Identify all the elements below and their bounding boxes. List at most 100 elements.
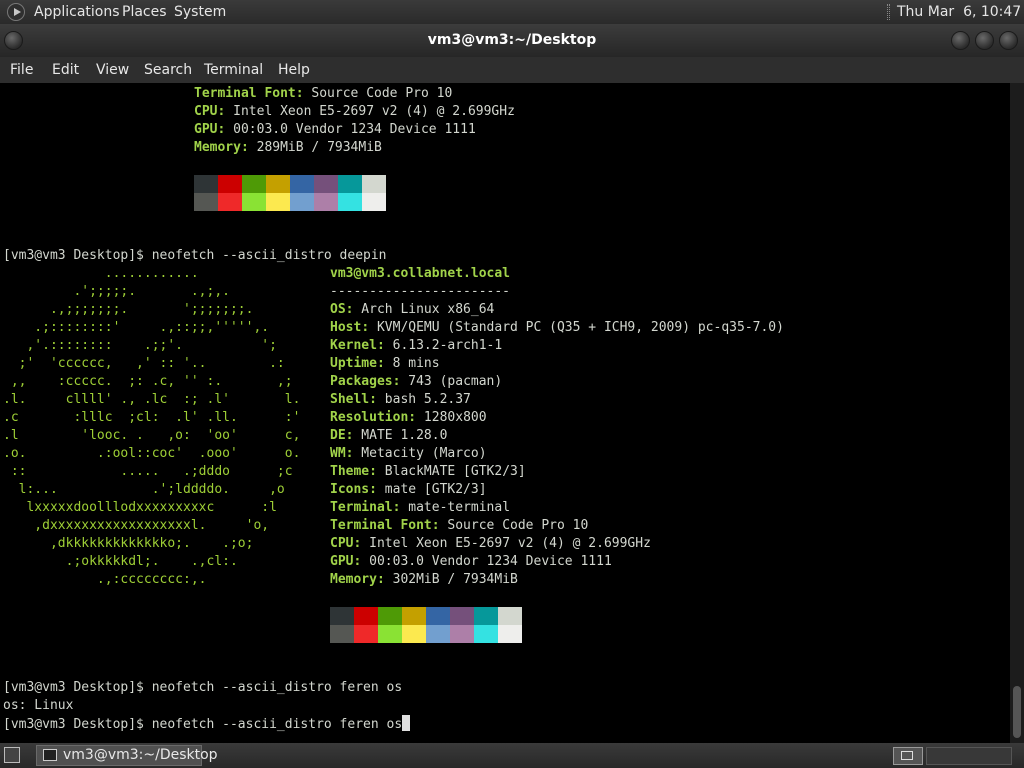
prompt-line[interactable]: [vm3@vm3 Desktop]$ neofetch --ascii_dist…	[3, 715, 411, 733]
system-info-line: WM: Metacity (Marco)	[330, 446, 487, 461]
system-info-line: Terminal: mate-terminal	[330, 500, 511, 515]
color-swatch	[314, 175, 338, 193]
menu-places[interactable]: Places	[122, 0, 167, 24]
color-swatch	[218, 175, 242, 193]
ascii-art-line: .o. .:ool::coc' .ooo' o.	[3, 446, 301, 461]
system-info-line: Icons: mate [GTK2/3]	[330, 482, 487, 497]
system-info-line: Terminal Font: Source Code Pro 10	[330, 518, 589, 533]
top-panel: Applications Places System Thu Mar 6, 10…	[0, 0, 1024, 24]
system-info-line: Shell: bash 5.2.37	[330, 392, 471, 407]
window-titlebar[interactable]: vm3@vm3:~/Desktop	[0, 24, 1024, 57]
system-info-line: DE: MATE 1.28.0	[330, 428, 448, 443]
ascii-art-line: .,;;;;;;;. ';;;;;;;.	[3, 302, 254, 317]
color-swatch	[242, 175, 266, 193]
menu-help[interactable]: Help	[278, 57, 310, 83]
ascii-art-line: .l 'looc. . ,o: 'oo' c,	[3, 428, 301, 443]
ascii-art-line: lxxxxxdoolllodxxxxxxxxxc :l	[3, 500, 277, 515]
ascii-art-line: .;okkkkkdl;. .,cl:.	[3, 554, 238, 569]
terminal-scrollbar[interactable]	[1010, 83, 1024, 743]
ascii-art-line: .;::::::::' .,::;;,''''',.	[3, 320, 270, 335]
menu-search[interactable]: Search	[144, 57, 192, 83]
color-swatch	[474, 607, 498, 625]
minimize-button[interactable]	[951, 31, 970, 50]
show-desktop-icon[interactable]	[4, 747, 20, 763]
color-swatch	[266, 193, 290, 211]
ascii-art-line: ............	[3, 266, 199, 281]
color-swatch	[450, 625, 474, 643]
color-swatch	[426, 607, 450, 625]
prev-info-line: CPU: Intel Xeon E5-2697 v2 (4) @ 2.699GH…	[194, 104, 515, 119]
window-title: vm3@vm3:~/Desktop	[427, 32, 597, 48]
prev-info-line: GPU: 00:03.0 Vendor 1234 Device 1111	[194, 122, 476, 137]
taskbar-window-button[interactable]: vm3@vm3:~/Desktop	[36, 745, 218, 766]
color-swatch	[194, 193, 218, 211]
workspace-area[interactable]	[926, 747, 1012, 765]
system-info-line: OS: Arch Linux x86_64	[330, 302, 495, 317]
menu-file[interactable]: File	[10, 57, 33, 83]
color-swatch	[354, 607, 378, 625]
terminal-menubar: File Edit View Search Terminal Help	[0, 57, 1024, 83]
clock[interactable]: Thu Mar 6, 10:47 AM	[897, 0, 1024, 24]
color-swatch	[402, 625, 426, 643]
color-swatch	[290, 175, 314, 193]
menu-system[interactable]: System	[174, 0, 226, 24]
color-swatch	[362, 193, 386, 211]
menu-view[interactable]: View	[96, 57, 129, 83]
color-swatch	[426, 625, 450, 643]
ascii-art-line: :: ..... .;dddo ;c	[3, 464, 293, 479]
color-palette-1	[194, 175, 386, 211]
ascii-art-line: ,, :ccccc. ;: .c, '' :. ,;	[3, 374, 293, 389]
color-swatch	[338, 175, 362, 193]
system-info-line: GPU: 00:03.0 Vendor 1234 Device 1111	[330, 554, 612, 569]
separator-line: -----------------------	[330, 284, 511, 299]
user-host: vm3@vm3.collabnet.local	[330, 266, 511, 281]
system-info-line: Memory: 302MiB / 7934MiB	[330, 572, 518, 587]
ascii-art-line: .c :lllc ;cl: .l' .ll. :'	[3, 410, 301, 425]
color-swatch	[498, 607, 522, 625]
ascii-art-line: .';;;;;. .,;,.	[3, 284, 230, 299]
system-info-line: CPU: Intel Xeon E5-2697 v2 (4) @ 2.699GH…	[330, 536, 651, 551]
system-info-line: Kernel: 6.13.2-arch1-1	[330, 338, 503, 353]
color-swatch	[378, 607, 402, 625]
color-swatch	[314, 193, 338, 211]
color-palette-2	[330, 607, 522, 643]
scrollbar-thumb[interactable]	[1013, 686, 1021, 738]
color-swatch	[378, 625, 402, 643]
command-line: [vm3@vm3 Desktop]$ neofetch --ascii_dist…	[3, 680, 403, 695]
bottom-panel: vm3@vm3:~/Desktop	[0, 743, 1024, 768]
color-swatch	[330, 625, 354, 643]
ascii-art-line: ,dxxxxxxxxxxxxxxxxxxl. 'o,	[3, 518, 270, 533]
color-swatch	[242, 193, 266, 211]
taskbar-window-label: vm3@vm3:~/Desktop	[63, 747, 218, 763]
color-swatch	[194, 175, 218, 193]
color-swatch	[450, 607, 474, 625]
system-info-line: Host: KVM/QEMU (Standard PC (Q35 + ICH9,…	[330, 320, 784, 335]
system-info-line: Resolution: 1280x800	[330, 410, 487, 425]
ascii-art-line: .,:cccccccc:,.	[3, 572, 207, 587]
command-output: os: Linux	[3, 698, 74, 713]
close-button[interactable]	[999, 31, 1018, 50]
color-swatch	[474, 625, 498, 643]
terminal-icon	[43, 749, 57, 761]
panel-separator	[887, 4, 890, 20]
menu-edit[interactable]: Edit	[52, 57, 79, 83]
terminal-output[interactable]: Terminal Font: Source Code Pro 10 CPU: I…	[0, 83, 1010, 743]
color-swatch	[218, 193, 242, 211]
color-swatch	[330, 607, 354, 625]
applications-menu-icon[interactable]	[7, 3, 25, 21]
ascii-art-line: ,'.:::::::: .;;'. ';	[3, 338, 277, 353]
menu-applications[interactable]: Applications	[34, 0, 120, 24]
color-swatch	[266, 175, 290, 193]
ascii-art-line: ;' 'cccccc, ,' :: '.. .:	[3, 356, 285, 371]
maximize-button[interactable]	[975, 31, 994, 50]
ascii-art-line: ,dkkkkkkkkkkkkko;. .;o;	[3, 536, 254, 551]
color-swatch	[362, 175, 386, 193]
prev-info-line: Terminal Font: Source Code Pro 10	[194, 86, 453, 101]
workspace-switcher[interactable]	[893, 747, 923, 765]
system-info-line: Theme: BlackMATE [GTK2/3]	[330, 464, 526, 479]
prev-info-line: Memory: 289MiB / 7934MiB	[194, 140, 382, 155]
ascii-art-line: l:... .';lddddo. ,o	[3, 482, 285, 497]
color-swatch	[338, 193, 362, 211]
menu-terminal[interactable]: Terminal	[204, 57, 263, 83]
command-line: [vm3@vm3 Desktop]$ neofetch --ascii_dist…	[3, 248, 387, 263]
